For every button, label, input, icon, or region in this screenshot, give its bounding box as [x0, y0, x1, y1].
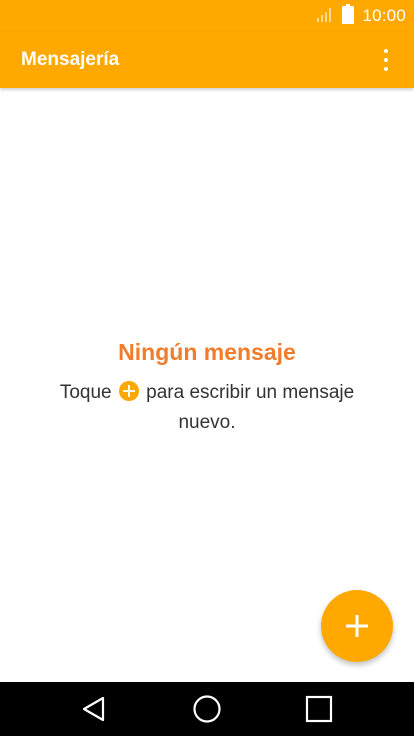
- empty-state-text-before: Toque: [59, 382, 117, 403]
- home-icon: [193, 695, 221, 723]
- add-circle-icon: [118, 381, 139, 401]
- navigation-bar: [0, 682, 414, 736]
- recents-button[interactable]: [299, 692, 339, 726]
- empty-state-description: Toque para escribir un mensaje nuevo.: [37, 378, 377, 438]
- signal-icon: [316, 5, 334, 28]
- status-bar: 10:00: [0, 0, 414, 32]
- menu-dot: [384, 49, 388, 53]
- recents-icon: [305, 695, 333, 723]
- app-bar: Mensajería: [0, 32, 414, 88]
- menu-dot: [384, 58, 388, 62]
- back-button[interactable]: [74, 692, 114, 726]
- more-vert-icon[interactable]: [372, 42, 400, 78]
- back-icon: [82, 696, 105, 722]
- plus-icon: [321, 590, 393, 662]
- empty-state: Ningún mensaje Toque para escribir un me…: [0, 336, 414, 438]
- home-button[interactable]: [187, 692, 227, 726]
- new-message-button[interactable]: [321, 590, 393, 662]
- app-title: Mensajería: [21, 49, 120, 70]
- empty-state-title: Ningún mensaje: [118, 339, 296, 365]
- empty-state-text-after: para escribir un mensaje nuevo.: [140, 382, 355, 433]
- status-icons: 10:00: [316, 3, 406, 29]
- battery-icon: [342, 3, 355, 29]
- menu-dot: [384, 67, 388, 71]
- status-time: 10:00: [362, 6, 406, 25]
